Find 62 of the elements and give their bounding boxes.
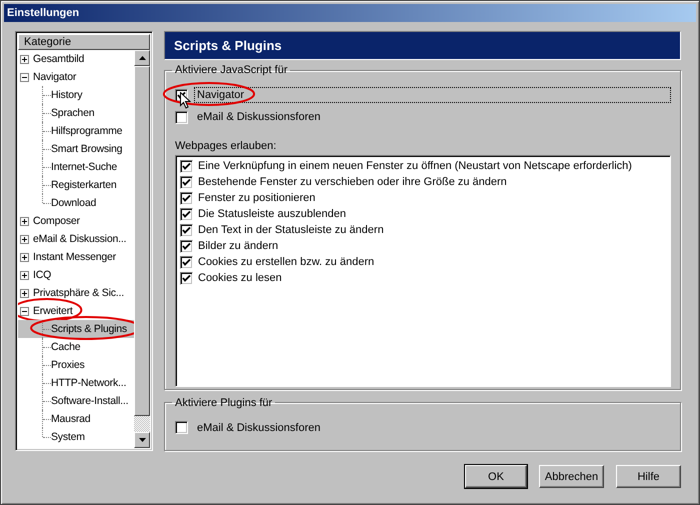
tree-item[interactable]: Privatsphäre & Sic... [18,284,134,302]
expand-icon[interactable] [20,216,29,226]
expand-icon[interactable] [20,234,29,244]
checkbox-label[interactable]: Fenster zu positionieren [198,192,316,204]
section-label: Webpages erlauben: [175,140,276,154]
tree-item[interactable]: Smart Browsing [18,140,134,158]
tree-item[interactable]: Internet-Suche [18,158,134,176]
tree-item[interactable]: Gesamtbild [18,50,134,68]
tree-item[interactable]: HTTP-Network... [18,374,134,392]
checkbox[interactable] [175,421,188,434]
tree-item[interactable]: Proxies [18,356,134,374]
checkbox-label[interactable]: Bilder zu ändern [198,240,278,252]
checkbox-label[interactable]: eMail & Diskussionsforen [194,109,324,126]
collapse-icon[interactable] [20,306,29,316]
tree-item[interactable]: Registerkarten [18,176,134,194]
expand-icon[interactable] [20,54,29,64]
scroll-down-icon[interactable] [134,432,150,448]
group-label: Aktiviere JavaScript für [174,64,288,76]
checkbox[interactable] [180,192,193,205]
column-header[interactable]: Kategorie [18,34,150,50]
dialog-button[interactable]: Abbrechen [539,465,604,488]
tree-item[interactable]: Mausrad [18,410,134,428]
checkbox-label[interactable]: Die Statusleiste auszublenden [198,208,346,220]
checkbox-label[interactable]: eMail & Diskussionsforen [194,420,324,436]
checkbox[interactable] [175,110,188,124]
tree-item[interactable]: ICQ [18,266,134,284]
checkbox-label[interactable]: Cookies zu lesen [198,272,282,284]
checkbox-label[interactable]: Eine Verknüpfung in einem neuen Fenster zu öffnen (Neustart von Netscape erforderlich) [198,160,632,172]
checkbox[interactable] [180,240,193,253]
expand-icon[interactable] [20,252,29,262]
checkbox[interactable] [180,272,193,285]
tree-item[interactable]: Composer [18,212,134,230]
tree-item[interactable]: Cache [18,338,134,356]
dialog-button[interactable]: Hilfe [616,465,681,488]
tree-item[interactable]: Download [18,194,134,212]
checkbox[interactable] [180,256,193,269]
section-header: Scripts & Plugins [164,31,681,60]
tree-item[interactable]: Instant Messenger [18,248,134,266]
dialog-button[interactable]: OK [465,465,527,488]
tree-item[interactable]: History [18,86,134,104]
expand-icon[interactable] [20,270,29,280]
expand-icon[interactable] [20,288,29,298]
checkbox[interactable] [180,208,193,221]
tree-item[interactable]: Software-Install... [18,392,134,410]
checkbox[interactable] [180,224,193,237]
checkbox[interactable] [180,176,193,189]
collapse-icon[interactable] [20,72,29,82]
checkbox-label[interactable]: Bestehende Fenster zu verschieben oder ihre Größe zu ändern [198,176,507,188]
tree-item[interactable]: System [18,428,134,446]
tree-item[interactable]: Erweitert [18,302,134,320]
scroll-up-icon[interactable] [134,50,150,66]
tree-item[interactable]: eMail & Diskussion... [18,230,134,248]
checkbox-label[interactable]: Cookies zu erstellen bzw. zu ändern [198,256,374,268]
checkbox-label[interactable]: Den Text in der Statusleiste zu ändern [198,224,384,236]
tree-item[interactable]: Hilfsprogramme [18,122,134,140]
group-label: Aktiviere Plugins für [174,396,274,409]
window-title: Einstellungen [7,7,80,19]
tree-item[interactable]: Sprachen [18,104,134,122]
tree-item[interactable]: Navigator [18,68,134,86]
checkbox-label[interactable]: Navigator [194,87,671,104]
scroll-track[interactable] [134,416,150,432]
checkbox[interactable] [180,160,193,173]
